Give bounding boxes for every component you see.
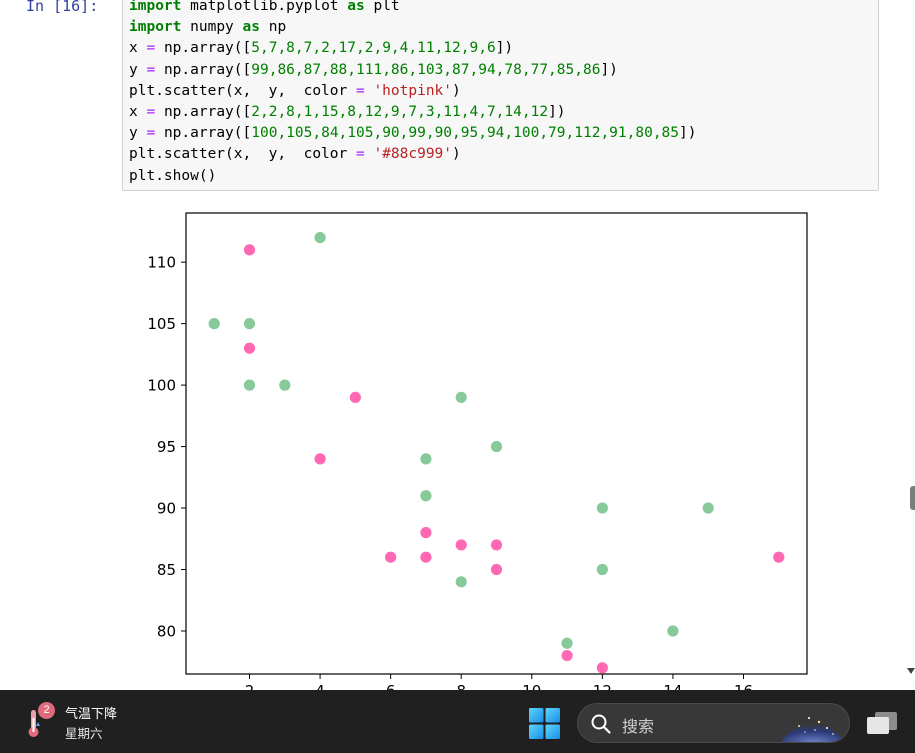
x-tick-label: 10 [522,682,541,690]
code-token: matplotlib.pyplot [190,0,339,14]
plot-area: 80 85 90 95 100 105 110 2 4 6 8 10 12 14 16 [147,212,808,690]
code-token: y [129,125,138,142]
code-token: import [129,0,182,14]
code-token: y [129,61,138,78]
code-editor[interactable]: import matplotlib.pyplot as plt import n… [129,0,696,187]
scatter-point [243,379,256,391]
scatter-point [385,551,397,563]
weather-alert-badge: 2 [38,702,55,719]
code-token: plt.scatter(x, y, color [129,82,348,99]
weather-day: 星期六 [65,726,103,741]
code-token: numpy [190,19,234,36]
scatter-point [490,563,503,576]
code-token: np.array( [163,104,243,121]
scatter-point [490,440,503,453]
scatter-point [208,318,220,330]
y-tick-label: 85 [157,561,176,579]
code-token: 5,7,8,7,2,17,2,9,4,11,12,9,6 [251,40,496,57]
scatter-point [561,637,573,649]
task-view-icon[interactable] [865,710,899,736]
scatter-point [349,391,361,403]
scatter-point [420,490,432,502]
taskbar: 2 气温下降 星期六 搜索 [0,690,915,753]
y-tick-label: 105 [147,315,176,333]
x-tick-label: 4 [315,682,325,690]
cell-output: 80 85 90 95 100 105 110 2 4 6 8 10 12 14 16 [122,195,882,690]
code-token: plt [373,0,400,14]
scatter-point [243,244,256,256]
code-token: 99,86,87,88,111,86,103,87,94,78,77,85,86 [251,61,601,78]
cell-prompt: In [16]: [26,0,99,15]
search-highlight-image [781,717,845,742]
x-tick-label: 2 [245,682,255,690]
code-token: 100,105,84,105,90,99,90,95,94,100,79,112… [251,125,680,142]
x-tick-label: 12 [593,682,612,690]
code-token: 2,2,8,1,15,8,12,9,7,3,11,4,7,14,12 [251,104,549,121]
code-token: np [268,19,287,36]
code-token: '#88c999' [373,146,453,163]
code-token: as [347,0,365,14]
code-token: = [146,104,156,121]
code-token: = [355,146,365,163]
scatter-point [243,318,256,330]
code-token: np.array( [163,125,243,142]
scatter-point [773,551,785,563]
y-tick-label: 110 [147,254,176,272]
scatter-point [279,379,291,391]
x-tick-label: 8 [456,682,466,690]
code-cell-input[interactable]: import matplotlib.pyplot as plt import n… [122,0,879,191]
y-tick-label: 80 [157,622,176,640]
code-token: = [146,61,156,78]
scatter-point [314,231,326,244]
scatter-point [455,576,467,588]
scatter-point [667,625,679,637]
scroll-down-arrow-icon[interactable] [907,668,915,674]
code-token: = [355,82,365,99]
code-token: np.array( [163,40,243,57]
scatter-point [314,453,326,465]
scrollbar-thumb[interactable] [910,486,915,510]
scatter-point [596,662,608,674]
code-token: as [242,19,260,36]
code-token: plt.scatter(x, y, color [129,146,348,163]
scatter-point [243,342,256,354]
scatter-chart: 80 85 90 95 100 105 110 2 4 6 8 10 12 14 16 [147,212,808,690]
code-token: np.array( [163,61,243,78]
x-tick-label: 6 [386,682,396,690]
code-token: x [129,40,138,57]
x-tick-label: 14 [663,682,682,690]
scatter-point [420,453,432,465]
windows-start-icon[interactable] [529,708,560,739]
code-token: = [146,125,156,142]
code-token: x [129,104,138,121]
code-token: import [129,19,182,36]
weather-widget[interactable]: 2 气温下降 星期六 [26,700,156,744]
scatter-point [455,539,467,551]
scatter-point [596,563,608,576]
x-tick-label: 16 [734,682,753,690]
taskbar-search[interactable]: 搜索 [577,703,850,743]
search-icon [591,714,611,734]
scatter-point [702,502,714,514]
y-tick-label: 90 [157,500,176,518]
code-token: = [146,40,156,57]
scatter-point [596,502,608,514]
scatter-point [420,527,432,539]
scatter-point [490,539,503,551]
scatter-point [455,391,467,403]
search-placeholder: 搜索 [622,717,655,736]
y-tick-label: 95 [157,438,176,456]
code-token: plt.show() [129,167,217,184]
scatter-point [420,551,432,563]
scatter-point [561,649,573,662]
y-tick-label: 100 [147,377,176,395]
weather-title: 气温下降 [65,707,118,722]
code-token: 'hotpink' [373,82,453,99]
